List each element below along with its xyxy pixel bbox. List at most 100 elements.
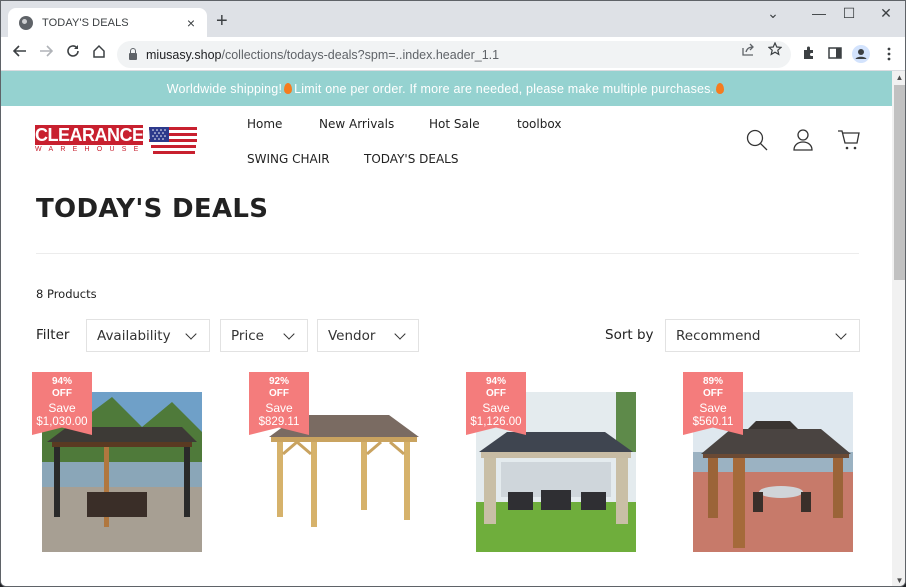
- discount-off: OFF: [703, 388, 723, 399]
- chevron-down-icon: [835, 327, 847, 340]
- search-icon: [746, 129, 768, 151]
- save-amount: $829.11: [258, 416, 300, 428]
- product-card[interactable]: 89% OFF Save $560.11: [683, 372, 863, 552]
- logo-sub-text: WAREHOUSE: [35, 146, 146, 153]
- arrow-left-icon: [12, 45, 26, 57]
- more-vert-icon: [887, 47, 891, 61]
- share-button[interactable]: [741, 42, 755, 59]
- chevron-down-icon: [283, 327, 295, 340]
- discount-badge: 89% OFF Save $560.11: [683, 372, 743, 435]
- product-card[interactable]: 94% OFF Save $1,030.00: [32, 372, 212, 552]
- account-button[interactable]: [791, 128, 815, 152]
- fire-icon: [716, 83, 725, 94]
- nav-hot-sale[interactable]: Hot Sale: [429, 117, 480, 131]
- discount-percent: 92%: [268, 376, 289, 387]
- save-amount: $1,030.00: [36, 416, 88, 428]
- filter-price-dropdown[interactable]: Price: [220, 319, 308, 352]
- nav-todays-deals[interactable]: TODAY'S DEALS: [364, 152, 458, 166]
- announcement-text-2: Limit one per order. If more are needed,…: [294, 81, 715, 96]
- product-card[interactable]: 94% OFF Save $1,126.00: [466, 372, 646, 552]
- nav-new-arrivals[interactable]: New Arrivals: [319, 117, 394, 131]
- logo-main-text: CLEARANCE: [35, 125, 144, 145]
- nav-swing-chair[interactable]: SWING CHAIR: [247, 152, 330, 166]
- store-logo[interactable]: CLEARANCE WAREHOUSE: [35, 123, 200, 159]
- tab-search-button[interactable]: ⌄: [758, 5, 788, 22]
- home-icon: [93, 44, 105, 58]
- announcement-text-1: Worldwide shipping!: [166, 81, 283, 96]
- star-icon: [767, 41, 783, 56]
- arrow-right-icon: [40, 45, 54, 57]
- product-card[interactable]: 92% OFF Save $829.11: [249, 372, 429, 552]
- share-icon: [742, 43, 754, 56]
- url-host: miusasy.shop: [146, 47, 222, 62]
- product-count: 8 Products: [36, 287, 97, 301]
- discount-off: OFF: [269, 388, 289, 399]
- globe-icon: [19, 15, 33, 30]
- save-amount: $1,126.00: [470, 416, 522, 428]
- back-button[interactable]: [10, 44, 30, 64]
- page-scrollbar[interactable]: ▲ ▼: [892, 71, 905, 586]
- tab-title: TODAY'S DEALS: [42, 16, 129, 29]
- account-icon: [793, 129, 813, 151]
- discount-percent: 89%: [702, 376, 723, 387]
- fire-icon: [284, 83, 293, 94]
- profile-button[interactable]: [852, 45, 870, 63]
- nav-toolbox[interactable]: toolbox: [517, 117, 561, 131]
- sort-label: Sort by: [605, 327, 654, 343]
- url-path: /collections/todays-deals?spm=..index.he…: [221, 47, 500, 62]
- cart-icon: [838, 130, 860, 150]
- maximize-button[interactable]: ☐: [834, 5, 864, 22]
- minimize-button[interactable]: —: [804, 5, 834, 21]
- save-amount: $560.11: [692, 416, 734, 428]
- cart-button[interactable]: [837, 128, 861, 152]
- tab-todays-deals[interactable]: TODAY'S DEALS ×: [8, 8, 207, 37]
- save-label: Save: [48, 401, 76, 415]
- browser-window: TODAY'S DEALS × + ⌄ — ☐ ✕ miusasy.shop/c…: [0, 0, 906, 587]
- forward-button[interactable]: [36, 44, 56, 64]
- scrollbar-thumb[interactable]: [894, 85, 905, 280]
- bookmark-star-button[interactable]: [767, 41, 783, 59]
- url-text: miusasy.shop/collections/todays-deals?sp…: [146, 48, 499, 62]
- page-title: TODAY'S DEALS: [36, 194, 269, 224]
- discount-percent: 94%: [485, 376, 506, 387]
- us-flag-icon: [149, 127, 197, 154]
- chevron-down-icon: [185, 327, 197, 340]
- filter-availability-label: Availability: [97, 327, 171, 344]
- announcement-bar: Worldwide shipping! Limit one per order.…: [1, 71, 892, 106]
- scroll-up-arrow-icon[interactable]: ▲: [892, 71, 905, 85]
- address-bar[interactable]: miusasy.shop/collections/todays-deals?sp…: [117, 41, 791, 68]
- chevron-down-icon: [394, 327, 406, 340]
- side-panel-button[interactable]: [827, 45, 845, 63]
- sort-value: Recommend: [676, 327, 761, 344]
- scroll-down-arrow-icon[interactable]: ▼: [892, 574, 905, 586]
- nav-home[interactable]: Home: [247, 117, 282, 131]
- puzzle-icon: [804, 46, 813, 59]
- browser-toolbar: miusasy.shop/collections/todays-deals?sp…: [1, 37, 905, 71]
- discount-percent: 94%: [51, 376, 72, 387]
- filter-vendor-label: Vendor: [328, 327, 376, 344]
- filter-price-label: Price: [231, 327, 264, 344]
- extensions-button[interactable]: [801, 45, 819, 63]
- tab-strip: TODAY'S DEALS × + ⌄ — ☐ ✕: [1, 1, 905, 37]
- home-button[interactable]: [89, 44, 109, 64]
- filter-availability-dropdown[interactable]: Availability: [86, 319, 210, 352]
- reload-icon: [67, 45, 79, 57]
- profile-avatar-icon: [852, 45, 870, 63]
- reload-button[interactable]: [63, 44, 83, 64]
- search-button[interactable]: [745, 128, 769, 152]
- save-label: Save: [265, 401, 293, 415]
- title-divider: [36, 253, 859, 254]
- side-panel-icon: [828, 47, 842, 59]
- tab-close-button[interactable]: ×: [183, 15, 199, 31]
- new-tab-button[interactable]: +: [216, 11, 228, 31]
- discount-badge: 94% OFF Save $1,126.00: [466, 372, 526, 435]
- filter-label: Filter: [36, 327, 70, 343]
- browser-menu-button[interactable]: [880, 45, 898, 63]
- lock-icon: [129, 47, 137, 60]
- discount-badge: 92% OFF Save $829.11: [249, 372, 309, 435]
- save-label: Save: [699, 401, 727, 415]
- close-window-button[interactable]: ✕: [871, 5, 901, 22]
- discount-off: OFF: [52, 388, 72, 399]
- sort-dropdown[interactable]: Recommend: [665, 319, 860, 352]
- filter-vendor-dropdown[interactable]: Vendor: [317, 319, 419, 352]
